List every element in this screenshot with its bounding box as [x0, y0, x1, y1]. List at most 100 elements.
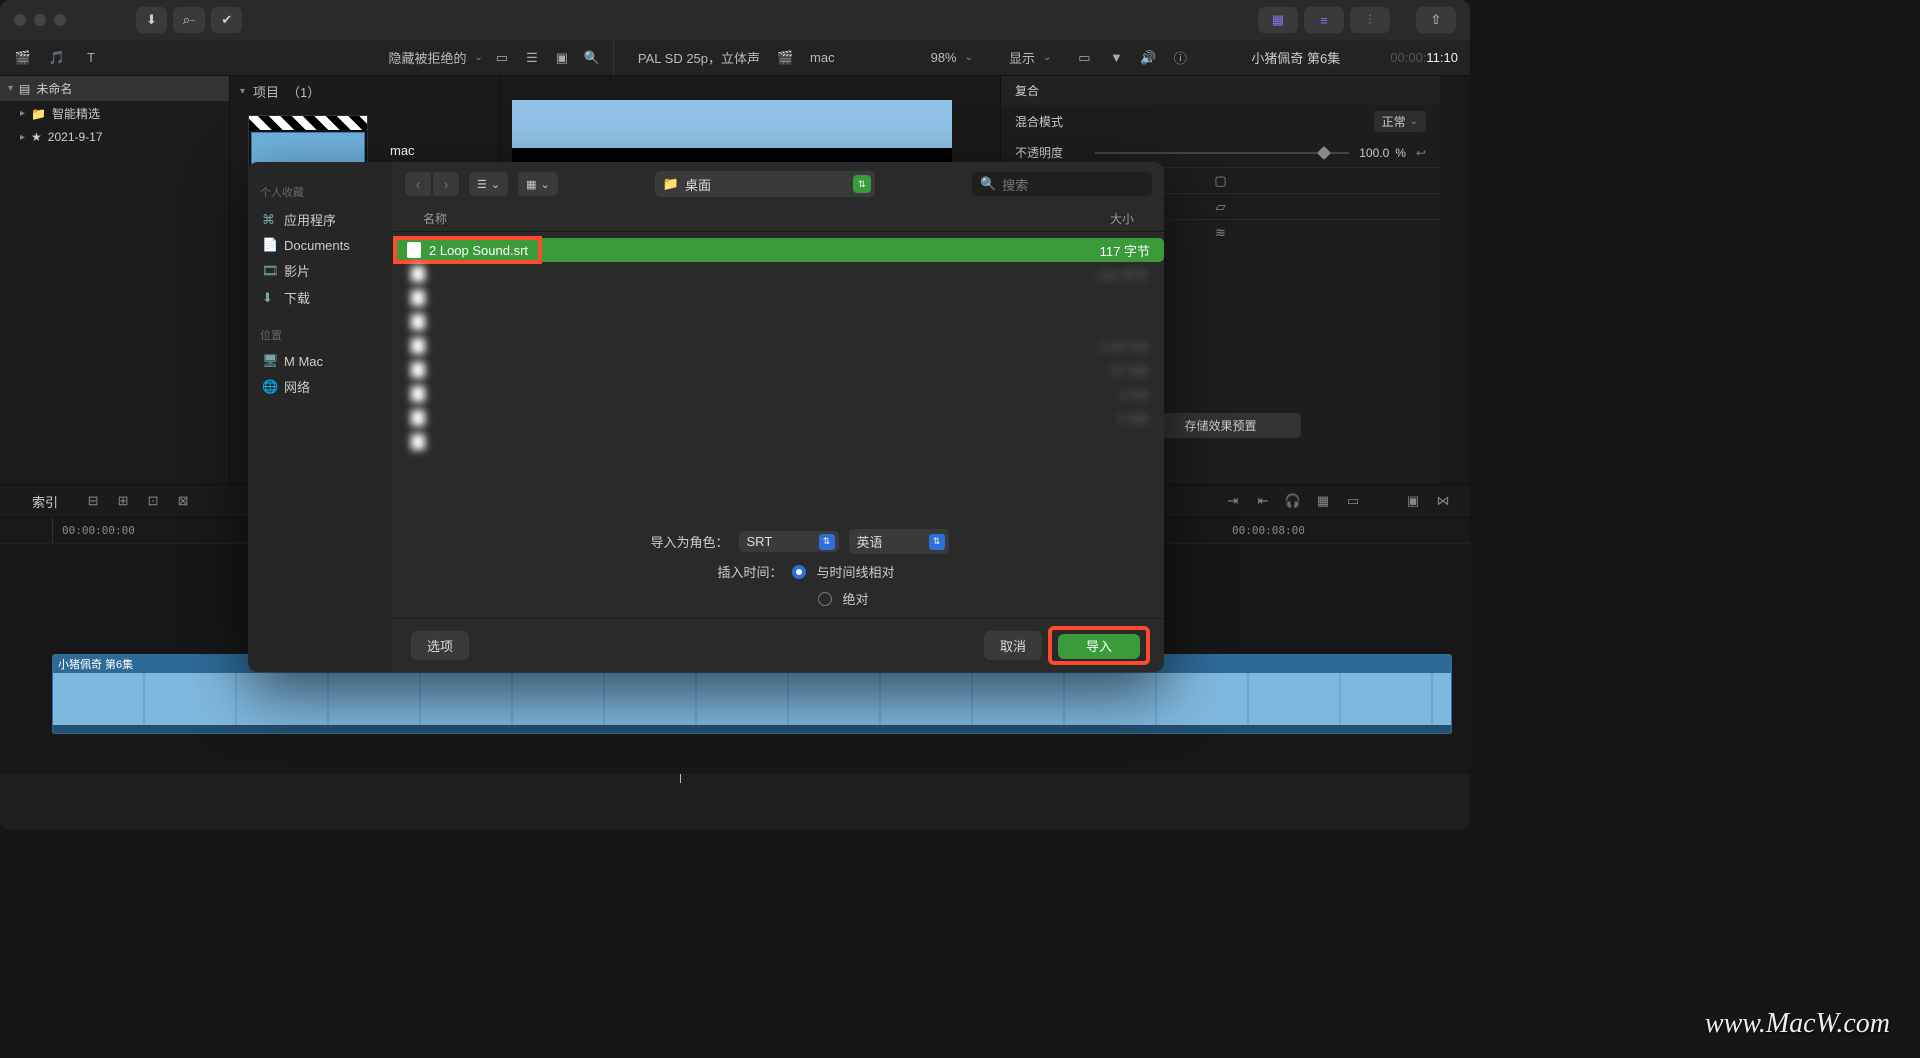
list-view-button[interactable]: ☰ ⌄ — [469, 172, 508, 196]
sidebar-network[interactable]: 🌐网络 — [260, 373, 381, 400]
save-preset-button[interactable]: 存储效果预置 — [1141, 413, 1301, 438]
append-clip-icon[interactable]: ⊡ — [138, 490, 168, 512]
bg-tasks-button[interactable]: ✔ — [211, 7, 242, 33]
sidebar-downloads[interactable]: ⬇下载 — [260, 284, 381, 311]
info-icon[interactable]: ⓘ — [1169, 47, 1191, 69]
cancel-button[interactable]: 取消 — [984, 631, 1042, 660]
sidebar-item-event[interactable]: ▸★2021-9-17 — [0, 126, 229, 148]
inspector-layout-button[interactable]: ⫶ — [1350, 7, 1390, 33]
radio-absolute[interactable] — [818, 592, 832, 606]
window-titlebar: ⬇ ⌕⎯ ✔ ▦ ≡ ⫶ ⇧ — [0, 0, 1470, 40]
col-size[interactable]: 大小 — [1034, 210, 1134, 227]
file-row[interactable]: 42 MB — [393, 358, 1164, 382]
overwrite-clip-icon[interactable]: ⊠ — [168, 490, 198, 512]
sidebar-movies[interactable]: 🎞影片 — [260, 257, 381, 284]
chevron-down-icon: ▾ — [8, 83, 13, 94]
snap-icon[interactable]: ▦ — [1308, 490, 1338, 512]
file-icon — [411, 386, 425, 402]
minimize-icon[interactable] — [34, 14, 46, 26]
chevron-down-icon[interactable]: ▾ — [240, 86, 245, 97]
location-dropdown[interactable]: 📁 桌面 ⇅ — [655, 171, 875, 197]
chevron-down-icon: ⌄ — [965, 52, 973, 63]
clip-view-icon[interactable]: ▣ — [551, 47, 573, 69]
insert-clip-icon[interactable]: ⊞ — [108, 490, 138, 512]
sidebar-documents[interactable]: 📄Documents — [260, 233, 381, 257]
timeline-layout-button[interactable]: ≡ — [1304, 7, 1344, 33]
file-row[interactable]: -- — [393, 310, 1164, 334]
filter-icon[interactable]: ▼ — [1105, 47, 1127, 69]
file-row[interactable]: -- — [393, 286, 1164, 310]
doc-icon: 📄 — [262, 237, 276, 253]
opacity-slider[interactable] — [1095, 152, 1349, 154]
chevron-right-icon: ▸ — [20, 132, 25, 143]
sidebar-mac[interactable]: 🖥M Mac — [260, 349, 381, 373]
file-icon — [411, 434, 425, 450]
sidebar-apps[interactable]: ⌘应用程序 — [260, 206, 381, 233]
titles-browser-icon[interactable]: T — [80, 47, 102, 69]
slider-knob[interactable] — [1317, 145, 1331, 159]
file-row-selected[interactable]: 2 Loop Sound.srt 117 字节 — [393, 238, 1164, 262]
zoom-icon[interactable] — [54, 14, 66, 26]
transitions-browser-icon[interactable]: ⋈ — [1428, 490, 1458, 512]
import-highlight: 导入 — [1052, 630, 1146, 661]
file-icon — [411, 410, 425, 426]
grid-view-button[interactable]: ▦ ⌄ — [518, 172, 558, 196]
filmstrip-icon[interactable]: ▭ — [491, 47, 513, 69]
filmstrip-icon — [249, 116, 367, 130]
import-dialog: 个人收藏 ⌘应用程序 📄Documents 🎞影片 ⬇下载 位置 🖥M Mac … — [248, 162, 1164, 672]
timecode: 00:00:11:10 — [1390, 50, 1458, 66]
reset-icon[interactable]: ↩ — [1416, 146, 1426, 160]
updown-icon: ⇅ — [853, 175, 871, 193]
audio-inspector-icon[interactable]: 🔊 — [1137, 47, 1159, 69]
solo-icon[interactable]: 🎧 — [1278, 490, 1308, 512]
sidebar-item-smart[interactable]: ▸📁智能精选 — [0, 101, 229, 126]
options-button[interactable]: 选项 — [411, 631, 469, 660]
clip-waveform — [53, 725, 1451, 734]
file-row[interactable]: 4 MB — [393, 406, 1164, 430]
browser-layout-button[interactable]: ▦ — [1258, 7, 1298, 33]
position-icon[interactable]: ⇤ — [1248, 490, 1278, 512]
back-button[interactable]: ‹ — [405, 172, 431, 196]
library-header[interactable]: ▾ ▤ 未命名 — [0, 76, 229, 101]
language-select[interactable]: 英语⇅ — [849, 529, 949, 554]
forward-button[interactable]: › — [433, 172, 459, 196]
import-button[interactable]: 导入 — [1058, 634, 1140, 659]
file-row[interactable]: 1 KB — [393, 382, 1164, 406]
role-select[interactable]: SRT⇅ — [739, 531, 839, 552]
traffic-lights[interactable] — [14, 14, 66, 26]
file-row[interactable]: 109 字节 — [393, 262, 1164, 286]
blend-mode-row: 混合模式 正常 ⌄ — [1001, 105, 1440, 138]
effects-browser-icon[interactable]: ▣ — [1398, 490, 1428, 512]
view-menu[interactable]: 显示 — [1009, 48, 1035, 67]
file-size: 4 MB — [1048, 411, 1148, 426]
file-row[interactable]: -- — [393, 430, 1164, 454]
file-row[interactable]: 2.93 GB — [393, 334, 1164, 358]
index-button[interactable]: 索引 — [12, 492, 78, 511]
file-icon — [411, 338, 425, 354]
opacity-label: 不透明度 — [1015, 144, 1085, 161]
import-button[interactable]: ⬇ — [136, 7, 167, 33]
audio-browser-icon[interactable]: 🎵 — [46, 47, 68, 69]
blend-label: 混合模式 — [1015, 113, 1085, 130]
trim-icon[interactable]: ⇥ — [1218, 490, 1248, 512]
blend-mode-select[interactable]: 正常 ⌄ — [1374, 111, 1426, 132]
search-input[interactable]: 🔍 搜索 — [972, 172, 1152, 196]
zoom-value[interactable]: 98% — [931, 50, 957, 65]
video-inspector-icon[interactable]: ▭ — [1073, 47, 1095, 69]
col-name[interactable]: 名称 — [423, 210, 1034, 227]
star-icon: ★ — [31, 130, 42, 144]
search-icon[interactable]: 🔍 — [581, 47, 603, 69]
radio-relative[interactable] — [792, 565, 806, 579]
share-button[interactable]: ⇧ — [1416, 7, 1456, 33]
share-icon: ⇧ — [1431, 12, 1442, 28]
opacity-value[interactable]: 100.0 — [1359, 146, 1389, 160]
keyword-button[interactable]: ⌕⎯ — [173, 7, 205, 33]
connect-clip-icon[interactable]: ⊟ — [78, 490, 108, 512]
list-icon[interactable]: ☰ — [521, 47, 543, 69]
media-browser-icon[interactable]: 🎬 — [12, 47, 34, 69]
clip-thumbnails — [53, 673, 1451, 725]
close-icon[interactable] — [14, 14, 26, 26]
filter-label[interactable]: 隐藏被拒绝的 — [389, 48, 467, 67]
chevron-left-icon: ‹ — [416, 177, 420, 192]
skimming-icon[interactable]: ▭ — [1338, 490, 1368, 512]
